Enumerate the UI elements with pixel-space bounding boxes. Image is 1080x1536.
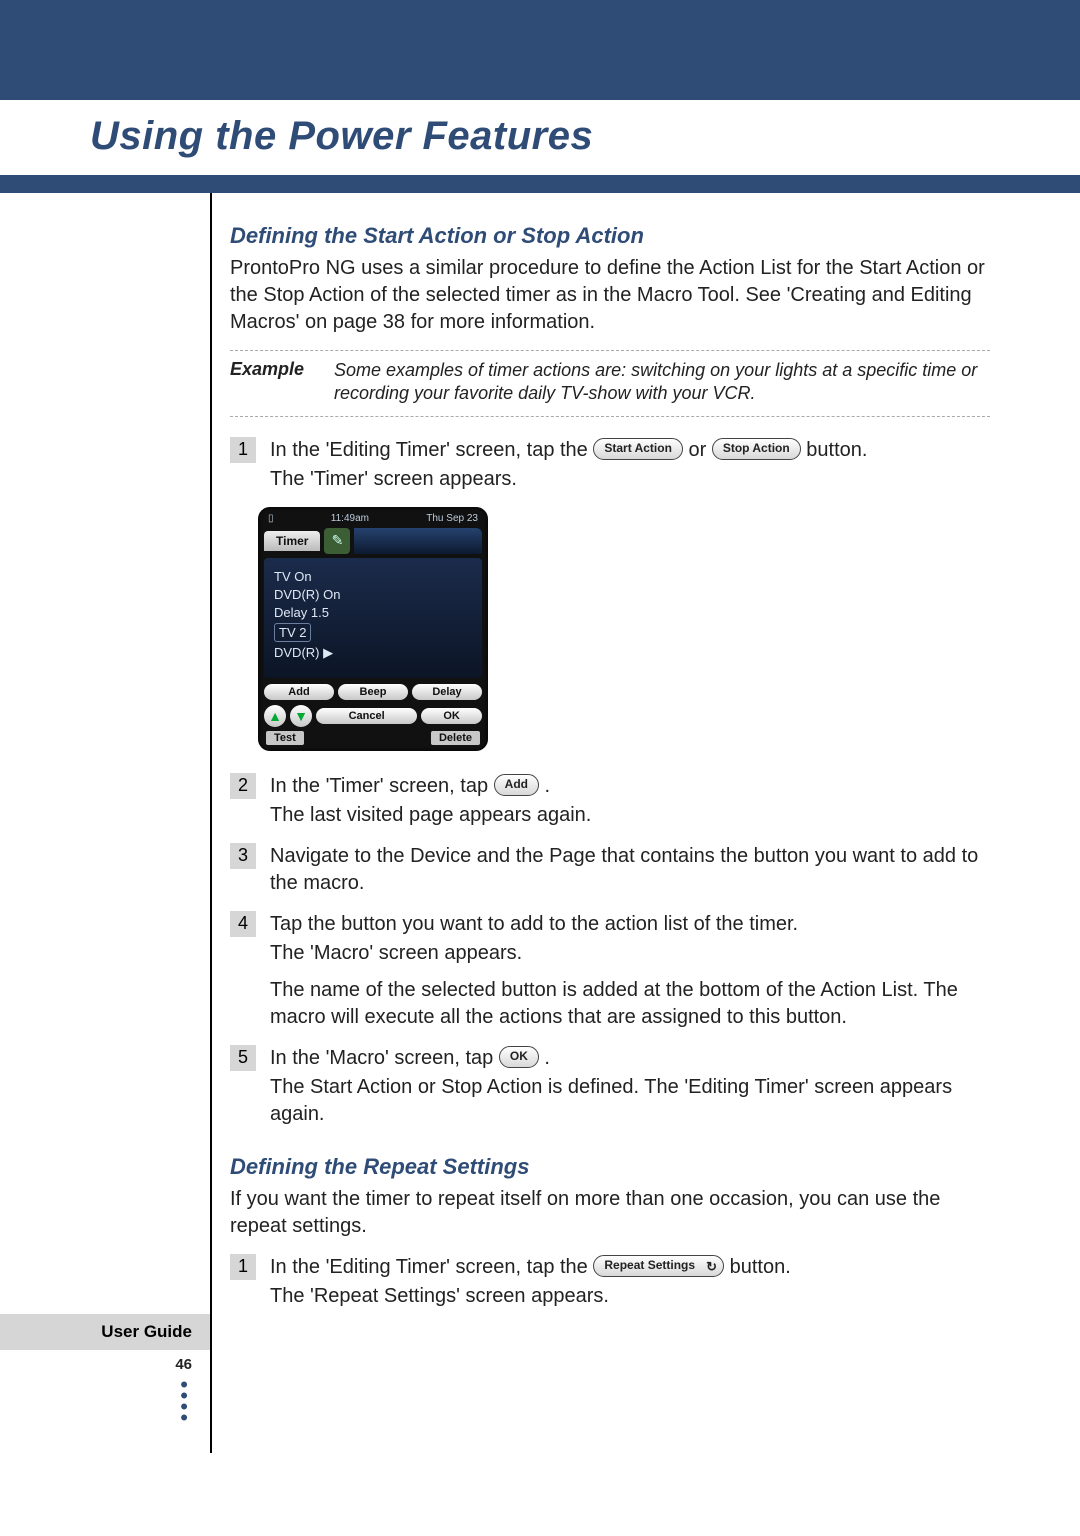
step-num-5: 5: [230, 1045, 256, 1071]
shot-delay-button: Delay: [412, 684, 482, 700]
vertical-rule: [210, 193, 212, 1453]
shot-header-right: [354, 528, 482, 554]
step5-pre: In the 'Macro' screen, tap: [270, 1047, 499, 1069]
shot-test-button: Test: [266, 731, 304, 745]
repeat-settings-label: Repeat Settings: [604, 1257, 695, 1273]
step-num-3: 3: [230, 843, 256, 869]
step-r1-post: button.: [730, 1256, 791, 1278]
step5-sub: The Start Action or Stop Action is defin…: [270, 1074, 990, 1128]
step-1: 1 In the 'Editing Timer' screen, tap the…: [230, 437, 990, 493]
section-defining-start-stop: Defining the Start Action or Stop Action: [230, 223, 990, 249]
section2-intro: If you want the timer to repeat itself o…: [230, 1186, 990, 1240]
step-r1-pre: In the 'Editing Timer' screen, tap the: [270, 1256, 593, 1278]
shot-row: DVD(R) On: [274, 587, 476, 602]
shot-date: Thu Sep 23: [426, 513, 478, 524]
shot-row: DVD(R) ▶: [274, 645, 476, 661]
shot-row-selected: TV 2: [274, 623, 311, 642]
footer-label: User Guide: [0, 1314, 210, 1350]
ok-button[interactable]: OK: [499, 1046, 539, 1068]
header-bar: [0, 0, 1080, 100]
shot-ok-button: OK: [421, 708, 482, 724]
shot-tab-timer: Timer: [264, 531, 320, 551]
shot-down-icon: ▼: [290, 705, 312, 727]
shot-row: TV On: [274, 569, 476, 584]
step-num-2: 2: [230, 773, 256, 799]
step1-post: button.: [806, 439, 867, 461]
shot-row: Delay 1.5: [274, 605, 476, 620]
step2-sub: The last visited page appears again.: [270, 802, 990, 829]
step-r1-sub: The 'Repeat Settings' screen appears.: [270, 1283, 990, 1310]
header-strip: [0, 175, 1080, 193]
refresh-icon: ↻: [706, 1258, 717, 1276]
step2-pre: In the 'Timer' screen, tap: [270, 775, 494, 797]
example-box: Example Some examples of timer actions a…: [230, 350, 990, 417]
step1-sub: The 'Timer' screen appears.: [270, 466, 990, 493]
shot-delete-button: Delete: [431, 731, 480, 745]
step-3: 3 Navigate to the Device and the Page th…: [230, 843, 990, 897]
shot-cancel-button: Cancel: [316, 708, 417, 724]
step-4: 4 Tap the button you want to add to the …: [230, 911, 990, 1031]
section1-intro: ProntoPro NG uses a similar procedure to…: [230, 255, 990, 336]
example-label: Example: [230, 359, 320, 406]
step-num-r1: 1: [230, 1254, 256, 1280]
step-repeat-1: 1 In the 'Editing Timer' screen, tap the…: [230, 1254, 990, 1310]
step2-post: .: [545, 775, 551, 797]
shot-body: TV On DVD(R) On Delay 1.5 TV 2 DVD(R) ▶: [264, 558, 482, 678]
shot-time: 11:49am: [331, 513, 369, 524]
title-bar: Using the Power Features: [0, 100, 1080, 175]
example-text: Some examples of timer actions are: swit…: [334, 359, 990, 406]
step-2: 2 In the 'Timer' screen, tap Add . The l…: [230, 773, 990, 829]
step4-line3: The name of the selected button is added…: [270, 977, 990, 1031]
step4-line1: Tap the button you want to add to the ac…: [270, 911, 990, 938]
shot-battery-icon: ▯: [268, 513, 274, 524]
footer-dots: ••••: [0, 1379, 210, 1423]
footer: User Guide 46 ••••: [0, 1314, 210, 1423]
page-title: Using the Power Features: [90, 114, 1080, 159]
repeat-settings-button[interactable]: Repeat Settings ↻: [593, 1255, 724, 1277]
step1-pre: In the 'Editing Timer' screen, tap the: [270, 439, 593, 461]
timer-screenshot: ▯ 11:49am Thu Sep 23 Timer ✎ TV On DVD(R…: [258, 507, 488, 751]
step1-mid: or: [688, 439, 711, 461]
start-action-button[interactable]: Start Action: [593, 438, 683, 460]
step3-text: Navigate to the Device and the Page that…: [270, 843, 990, 897]
add-button[interactable]: Add: [494, 774, 539, 796]
step5-post: .: [544, 1047, 550, 1069]
stop-action-button[interactable]: Stop Action: [712, 438, 801, 460]
step4-line2: The 'Macro' screen appears.: [270, 940, 990, 967]
footer-page: 46: [0, 1356, 210, 1373]
step-5: 5 In the 'Macro' screen, tap OK . The St…: [230, 1045, 990, 1128]
section-defining-repeat: Defining the Repeat Settings: [230, 1154, 990, 1180]
shot-beep-button: Beep: [338, 684, 408, 700]
step-num-1: 1: [230, 437, 256, 463]
step-num-4: 4: [230, 911, 256, 937]
shot-up-icon: ▲: [264, 705, 286, 727]
shot-tools-icon: ✎: [324, 528, 350, 554]
shot-add-button: Add: [264, 684, 334, 700]
